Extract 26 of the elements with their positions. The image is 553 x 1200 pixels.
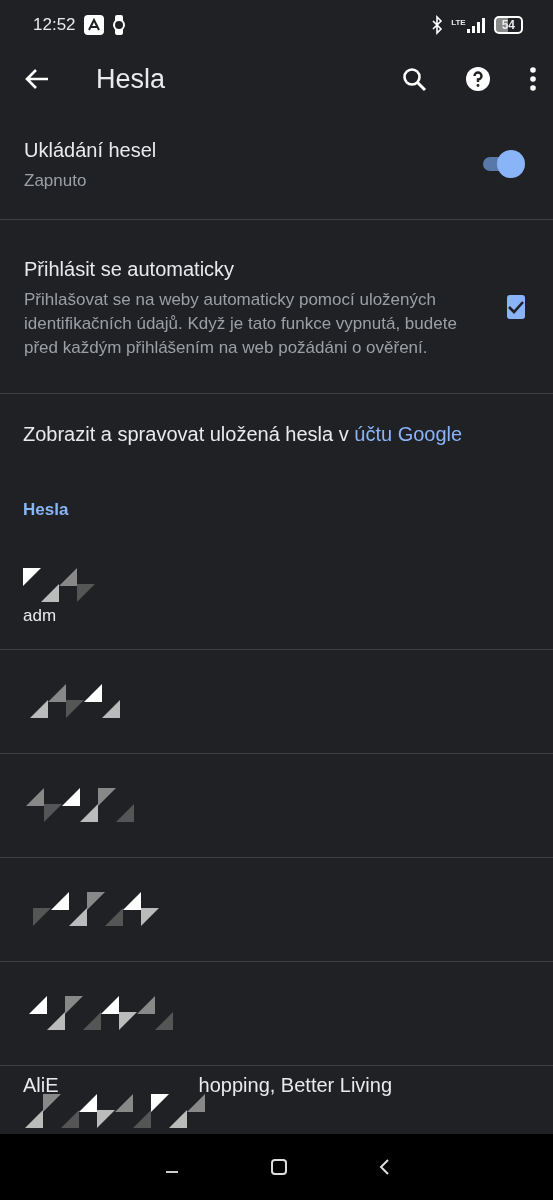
back-arrow-icon[interactable] [24,68,50,90]
help-icon[interactable] [465,66,491,92]
setting-title: Přihlásit se automaticky [24,256,236,282]
battery-indicator: 54 [493,16,523,34]
toggle-switch[interactable] [481,149,525,178]
status-time: 12:52 [33,14,76,37]
password-username: adm [23,604,58,627]
search-icon[interactable] [402,66,427,92]
app-icon [83,15,104,35]
account-link-text: Zobrazit a spravovat uložená hesla v účtu Google [23,422,463,447]
password-site-name: hopping, Better Living [198,1073,393,1098]
bluetooth-icon [431,15,444,35]
section-header: Hesla [22,499,70,522]
signal-icon [465,17,486,33]
setting-description: Zapnuto [24,169,88,192]
back-icon[interactable] [377,1158,390,1176]
setting-title: Ukládání hesel [24,137,158,163]
checkbox[interactable] [507,294,525,319]
home-icon[interactable] [269,1158,288,1176]
more-options-icon[interactable] [529,66,537,92]
password-site-name: AliE [23,1073,59,1098]
screen-title: Hesla [96,62,166,96]
watch-icon [111,15,126,35]
network-label: LTE [451,17,466,29]
account-link[interactable]: účtu Google [354,423,463,445]
setting-description: Přihlašovat se na weby automaticky pomocí uložených identifikačních údajů. Když je tato funkce vypnutá, budete před každým přihlášením na web požádáni o ověření. [24,288,458,359]
